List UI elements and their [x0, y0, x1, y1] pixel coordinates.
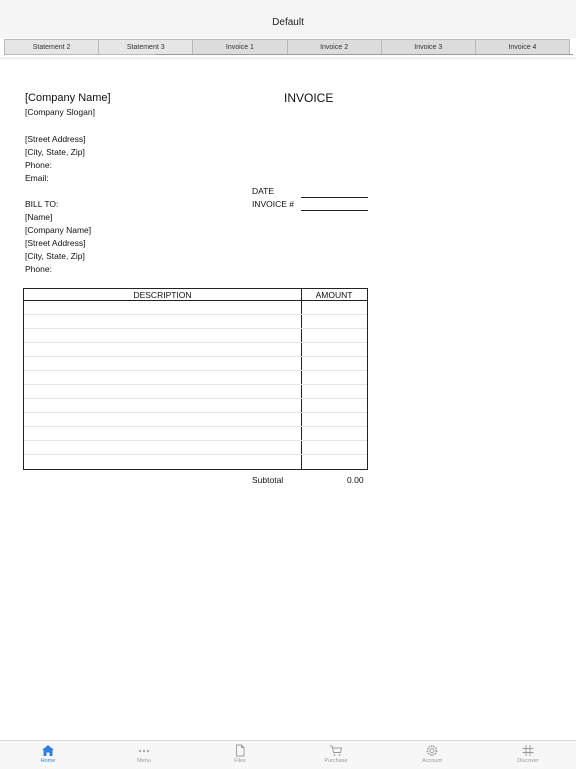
table-row[interactable] [24, 315, 367, 329]
nav-discover[interactable]: Discover [480, 741, 576, 769]
table-row[interactable] [24, 301, 367, 315]
description-header: DESCRIPTION [24, 289, 301, 301]
table-row[interactable] [24, 385, 367, 399]
nav-home[interactable]: Home [0, 741, 96, 769]
nav-home-label: Home [40, 758, 56, 764]
bill-to-phone[interactable]: Phone: [25, 264, 52, 274]
table-row[interactable] [24, 413, 367, 427]
table-row[interactable] [24, 343, 367, 357]
sheet-tabs: Statement 2 Statement 3 Invoice 1 Invoic… [4, 39, 570, 55]
window-title: Default [0, 0, 576, 38]
company-email[interactable]: Email: [25, 173, 49, 183]
bill-to-street[interactable]: [Street Address] [25, 238, 85, 248]
hashtag-icon [522, 745, 534, 756]
cart-icon [330, 745, 343, 756]
company-city[interactable]: [City, State, Zip] [25, 147, 85, 157]
table-row[interactable] [24, 399, 367, 413]
table-row[interactable] [24, 441, 367, 455]
table-rows [24, 301, 367, 469]
tab-invoice-3[interactable]: Invoice 3 [381, 40, 476, 54]
tab-invoice-2[interactable]: Invoice 2 [287, 40, 382, 54]
invoice-title: INVOICE [284, 91, 334, 105]
bill-to-name[interactable]: [Name] [25, 212, 52, 222]
bill-to-label: BILL TO: [25, 199, 59, 209]
nav-menu[interactable]: Menu [96, 741, 192, 769]
nav-discover-label: Discover [517, 758, 539, 764]
table-row[interactable] [24, 357, 367, 371]
table-row[interactable] [24, 371, 367, 385]
home-icon [42, 745, 54, 756]
nav-purchase-label: Purchase [324, 758, 348, 764]
gear-icon [426, 745, 438, 756]
subtotal-label: Subtotal [252, 475, 284, 485]
company-street[interactable]: [Street Address] [25, 134, 85, 144]
invoice-number-label: INVOICE # [252, 199, 295, 209]
table-row[interactable] [24, 427, 367, 441]
table-row[interactable] [24, 455, 367, 469]
nav-files[interactable]: Files [192, 741, 288, 769]
subtotal-value: 0.00 [347, 475, 364, 485]
tab-statement-2[interactable]: Statement 2 [5, 40, 100, 54]
bottom-tab-bar: Home Menu Files Purchase Account Discove… [0, 740, 576, 769]
tab-statement-3[interactable]: Statement 3 [99, 40, 194, 54]
file-icon [236, 744, 245, 757]
company-name[interactable]: [Company Name] [25, 92, 111, 104]
nav-menu-label: Menu [137, 758, 151, 764]
date-field[interactable] [301, 197, 368, 198]
tab-invoice-1[interactable]: Invoice 1 [193, 40, 288, 54]
company-phone[interactable]: Phone: [25, 160, 52, 170]
company-slogan[interactable]: [Company Slogan] [25, 107, 95, 117]
bill-to-city[interactable]: [City, State, Zip] [25, 251, 85, 261]
invoice-number-field[interactable] [301, 210, 368, 211]
nav-account-label: Account [422, 758, 442, 764]
table-row[interactable] [24, 329, 367, 343]
nav-files-label: Files [234, 758, 246, 764]
nav-account[interactable]: Account [384, 741, 480, 769]
nav-purchase[interactable]: Purchase [288, 741, 384, 769]
tab-shadow [0, 57, 576, 61]
amount-header: AMOUNT [301, 289, 367, 301]
line-items-table: DESCRIPTION AMOUNT [23, 288, 368, 470]
more-dots-icon [138, 749, 150, 753]
bill-to-company[interactable]: [Company Name] [25, 225, 91, 235]
date-label: DATE [252, 186, 275, 196]
tab-underline [155, 54, 573, 55]
tab-invoice-4[interactable]: Invoice 4 [475, 40, 570, 54]
